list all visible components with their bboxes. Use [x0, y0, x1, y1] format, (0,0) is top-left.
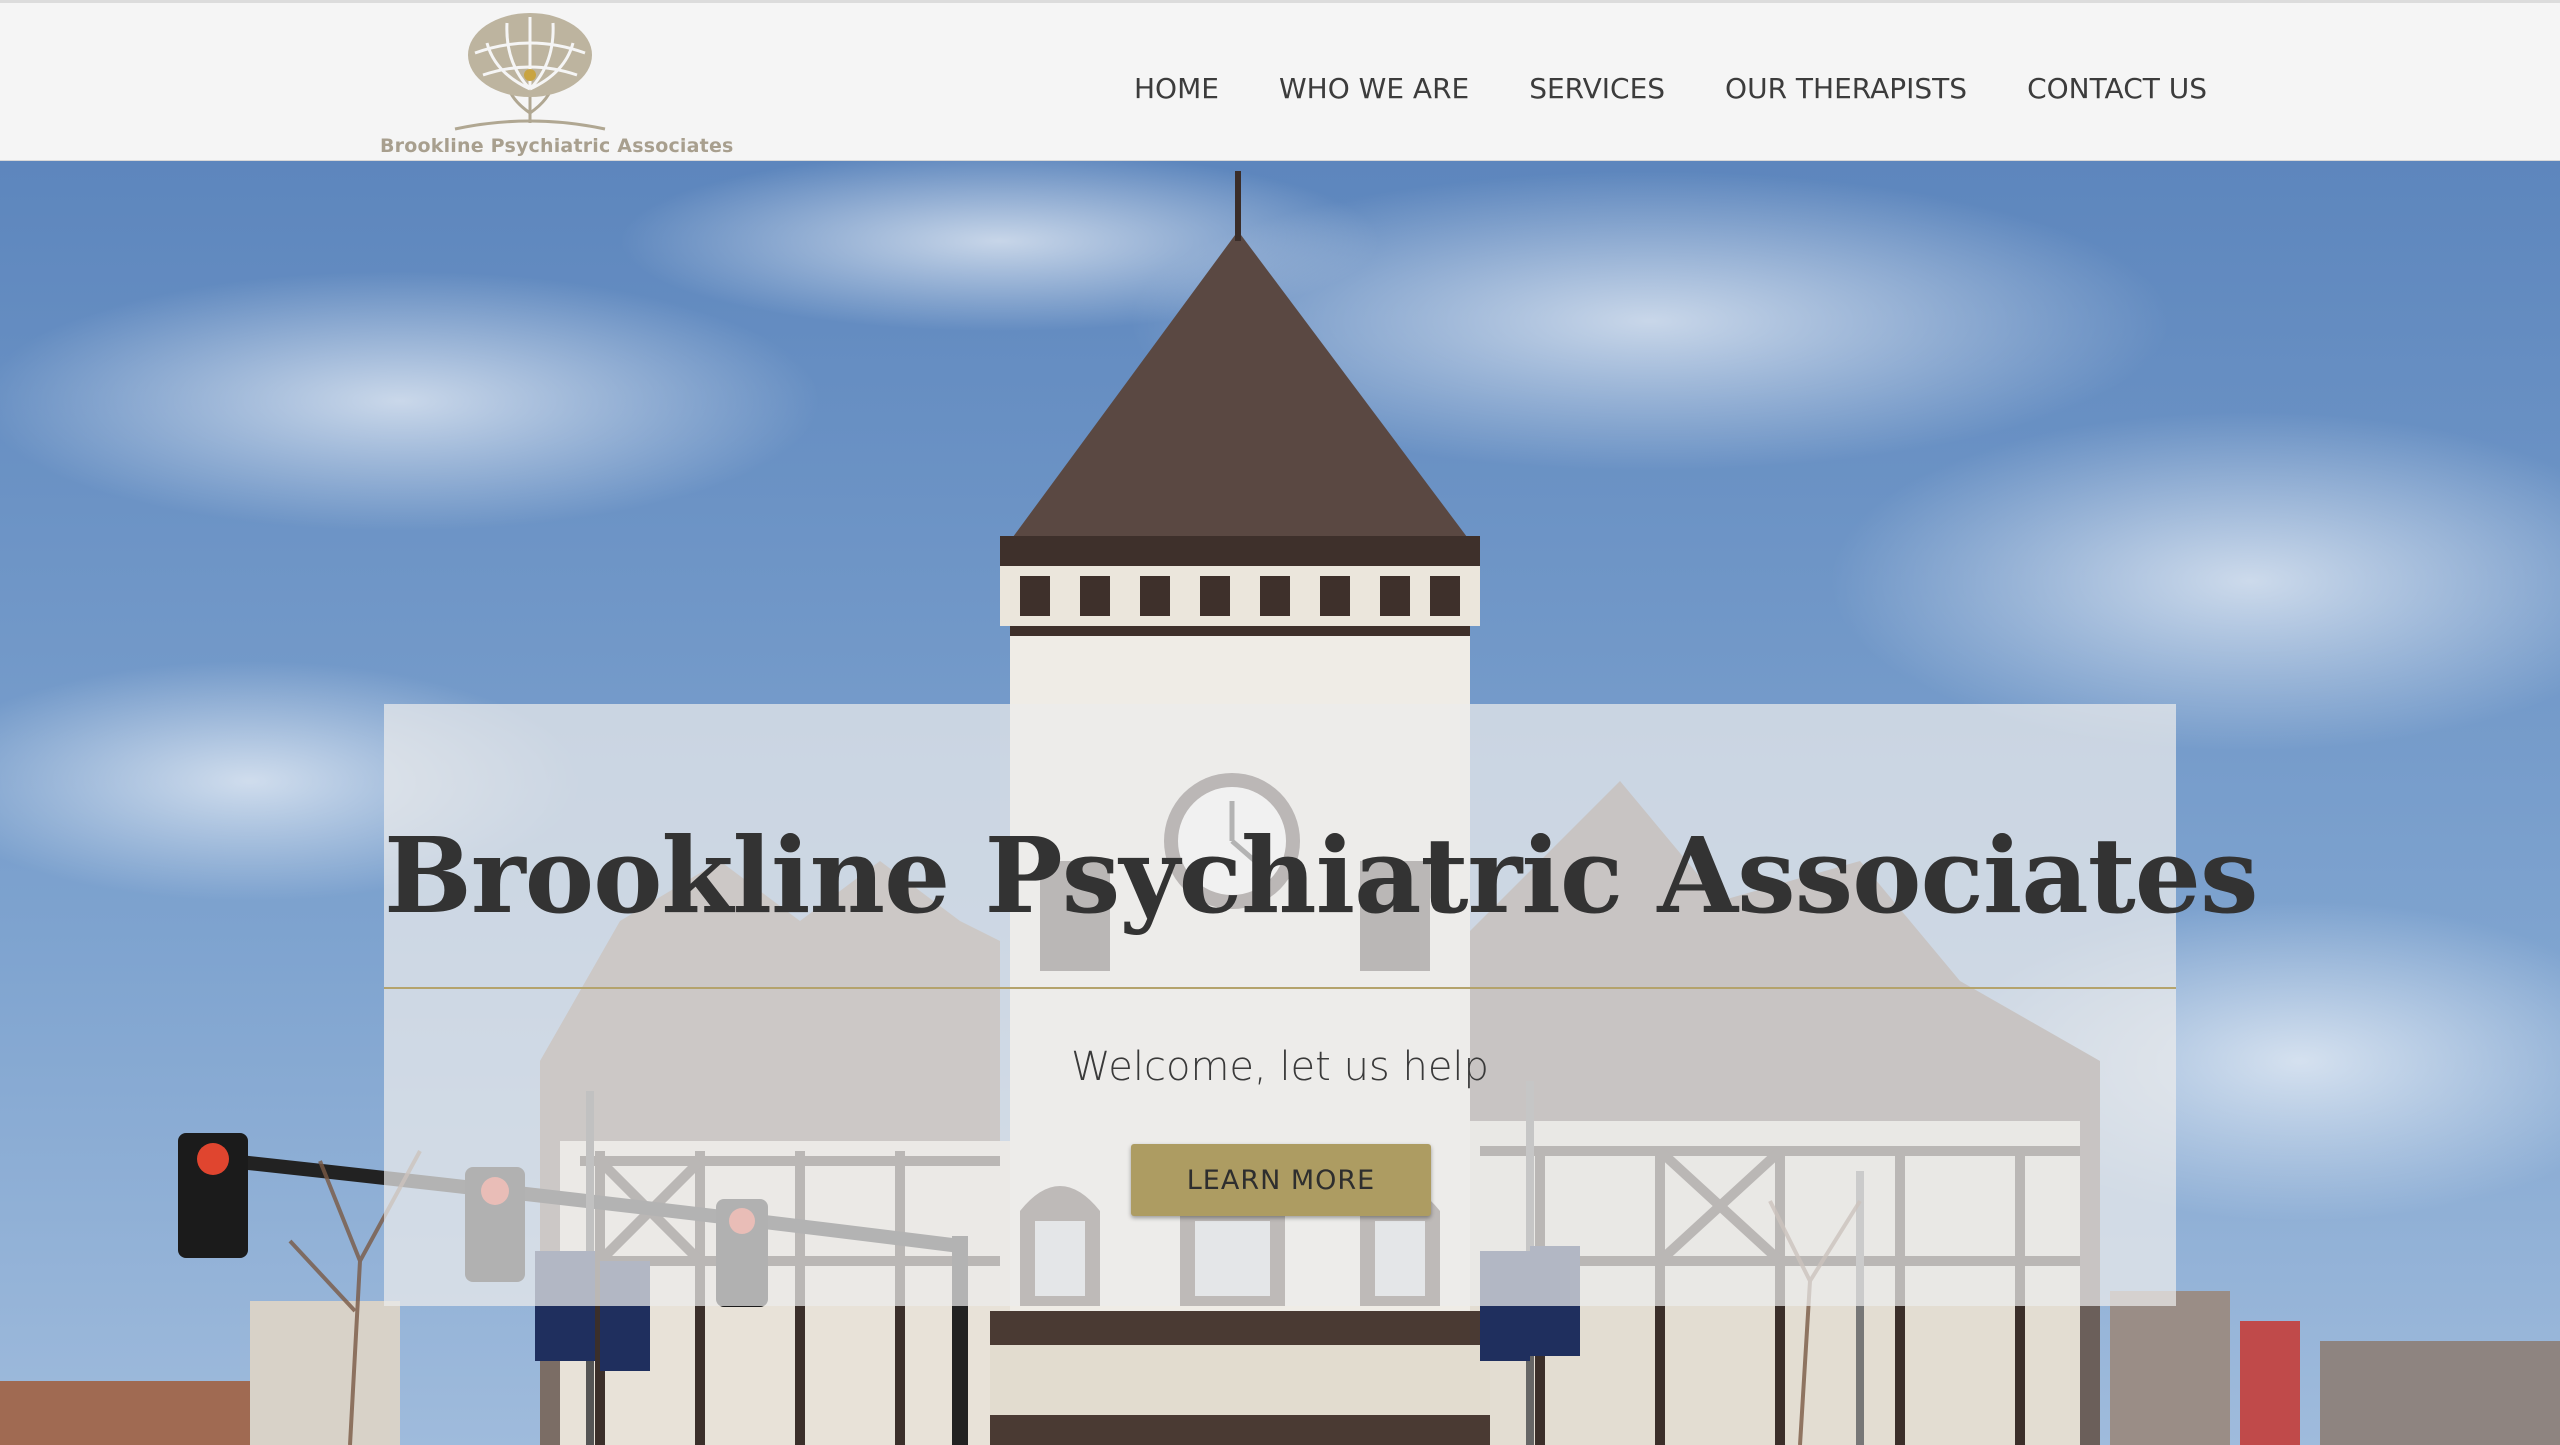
main-nav: HOME WHO WE ARE SERVICES OUR THERAPISTS … — [1134, 69, 2207, 109]
hero-title: Brookline Psychiatric Associates — [384, 814, 2259, 937]
learn-more-button[interactable]: LEARN MORE — [1131, 1144, 1431, 1216]
hero-divider — [384, 987, 2176, 989]
nav-our-therapists[interactable]: OUR THERAPISTS — [1725, 69, 1967, 109]
hero-subtitle: Welcome, let us help — [1071, 1044, 1489, 1090]
hero-section: Brookline Psychiatric Associates Welcome… — [0, 161, 2560, 1445]
nav-who-we-are[interactable]: WHO WE ARE — [1279, 69, 1469, 109]
logo-text: Brookline Psychiatric Associates — [380, 135, 734, 157]
site-header: Brookline Psychiatric Associates HOME WH… — [0, 0, 2560, 161]
tree-logo-icon — [454, 13, 606, 131]
hero-overlay-panel: Brookline Psychiatric Associates Welcome… — [384, 704, 2259, 1306]
nav-contact-us[interactable]: CONTACT US — [2027, 69, 2207, 109]
nav-services[interactable]: SERVICES — [1529, 69, 1665, 109]
logo-link[interactable]: Brookline Psychiatric Associates — [380, 13, 734, 163]
nav-home[interactable]: HOME — [1134, 69, 1219, 109]
